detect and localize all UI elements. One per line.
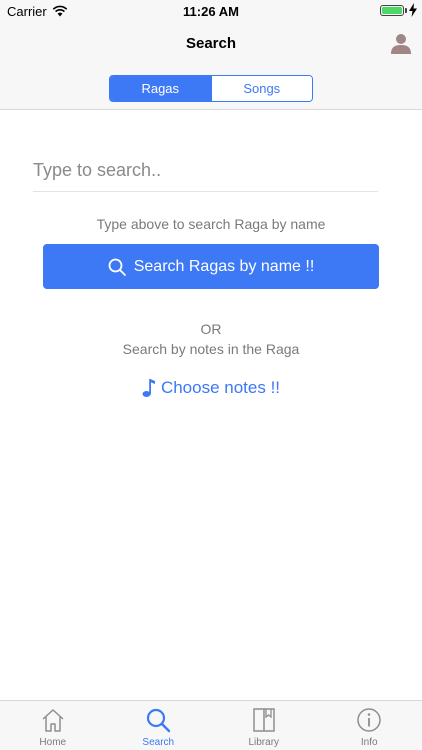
tab-search[interactable]: Search: [106, 701, 212, 750]
battery-icon: [380, 5, 404, 16]
segment-ragas[interactable]: Ragas: [110, 76, 211, 101]
tab-home-label: Home: [39, 737, 67, 748]
charging-bolt-icon: [409, 3, 417, 17]
tab-search-label: Search: [142, 737, 175, 748]
tab-library-label: Library: [248, 737, 280, 748]
status-time: 11:26 AM: [183, 4, 239, 19]
nav-bar: Search Ragas Songs: [0, 22, 422, 110]
segmented-control: Ragas Songs: [109, 75, 313, 102]
info-icon: [357, 708, 381, 732]
choose-notes-label: Choose notes !!: [160, 378, 281, 397]
notes-hint: Search by notes in the Raga: [122, 341, 300, 357]
status-bar: Carrier 11:26 AM: [0, 0, 422, 22]
home-icon: [42, 709, 64, 732]
battery-fill: [382, 7, 402, 14]
search-icon: [108, 258, 126, 276]
search-ragas-button-label: Search Ragas by name !!: [133, 257, 315, 275]
tab-library[interactable]: Library: [211, 701, 317, 750]
tab-info[interactable]: Info: [317, 701, 422, 750]
or-label: OR: [200, 321, 222, 337]
search-icon: [147, 708, 171, 733]
tab-bar: Home Search Library Info: [0, 700, 422, 750]
book-icon: [253, 708, 275, 732]
page-title: Search: [185, 35, 237, 52]
segment-songs[interactable]: Songs: [210, 76, 312, 101]
choose-notes-button[interactable]: Choose notes !!: [0, 378, 422, 398]
music-note-icon: [142, 379, 155, 397]
person-icon[interactable]: [390, 32, 412, 54]
battery-cap: [405, 8, 407, 13]
tab-info-label: Info: [360, 737, 378, 748]
tab-home[interactable]: Home: [0, 701, 106, 750]
search-input[interactable]: [33, 150, 378, 192]
search-hint: Type above to search Raga by name: [96, 216, 326, 232]
search-ragas-button[interactable]: Search Ragas by name !!: [43, 244, 379, 289]
